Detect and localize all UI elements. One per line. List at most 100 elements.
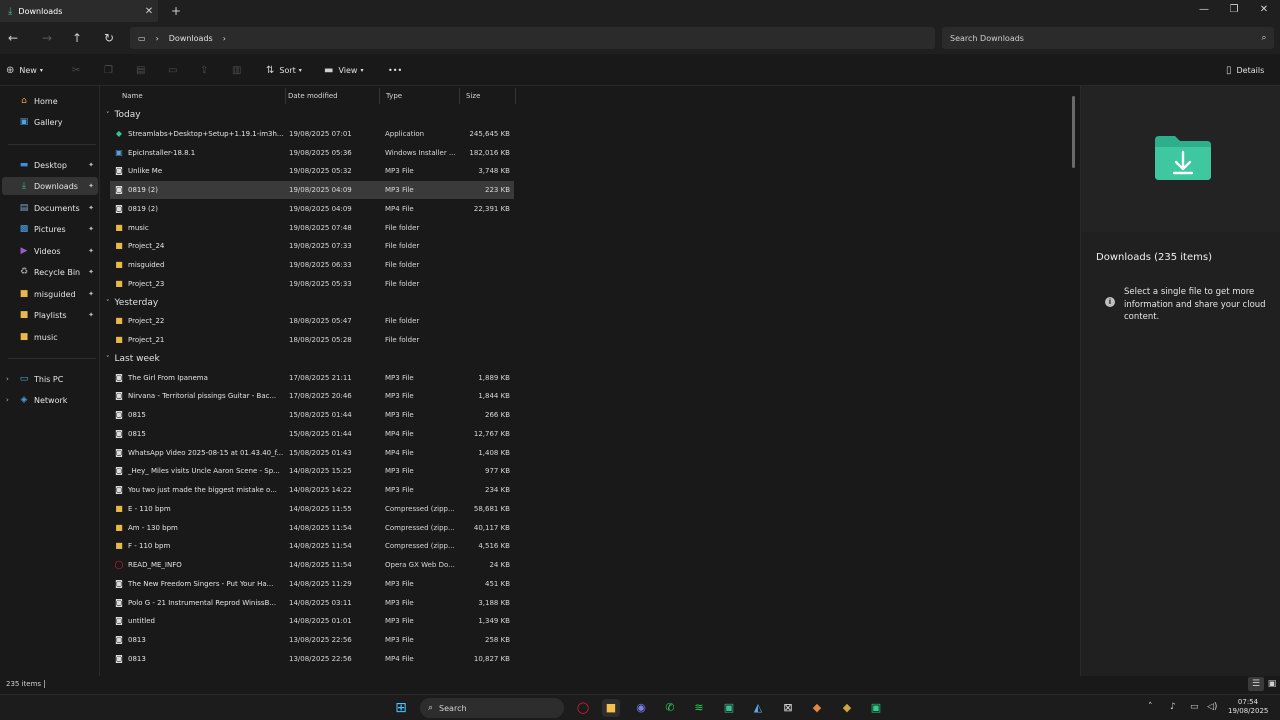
app-icon[interactable]: ▣ <box>720 699 738 717</box>
file-row[interactable]: ◙ 0815 15/08/2025 01:44 MP4 File 12,767 KB <box>110 425 514 443</box>
file-row[interactable]: ■ E - 110 bpm 14/08/2025 11:55 Compressed (… <box>110 500 514 518</box>
file-row[interactable]: ◙ 0819 (2) 19/08/2025 04:09 MP4 File 22,391 … <box>110 200 514 218</box>
forward-button[interactable]: → <box>38 30 56 46</box>
file-row[interactable]: ■ music 19/08/2025 07:48 File folder <box>110 219 514 237</box>
app-icon[interactable]: ◆ <box>808 699 826 717</box>
sidebar-item-this-pc[interactable]: › ▭ This PC <box>2 370 98 388</box>
microphone-icon[interactable]: ♪ <box>1170 702 1176 712</box>
tab-downloads[interactable]: ⤓ Downloads ✕ <box>0 0 158 22</box>
pin-icon[interactable]: ✦ <box>88 161 94 169</box>
chevron-down-icon[interactable]: ˅ <box>106 299 110 307</box>
file-row[interactable]: ◙ 0813 13/08/2025 22:56 MP4 File 10,827 KB <box>110 650 514 668</box>
file-row[interactable]: ■ Project_21 18/08/2025 05:28 File folder <box>110 331 514 349</box>
chevron-right-icon[interactable]: › <box>6 375 9 383</box>
discord-icon[interactable]: ◉ <box>632 699 650 717</box>
file-row[interactable]: ◙ _Hey_ Miles visits Uncle Aaron Scene - … <box>110 462 514 480</box>
pin-icon[interactable]: ✦ <box>88 247 94 255</box>
scrollbar-thumb[interactable] <box>1072 96 1075 168</box>
column-header-type[interactable]: Type <box>380 88 460 104</box>
sidebar-item-music[interactable]: ■ music <box>2 328 98 346</box>
back-button[interactable]: ← <box>4 30 22 46</box>
app-icon[interactable]: ⊠ <box>779 699 797 717</box>
app-icon[interactable]: ▣ <box>867 699 885 717</box>
file-row[interactable]: ◙ untitled 14/08/2025 01:01 MP3 File 1,349 K… <box>110 612 514 630</box>
spotify-icon[interactable]: ≋ <box>690 699 708 717</box>
file-row[interactable]: ■ F - 110 bpm 14/08/2025 11:54 Compressed (… <box>110 537 514 555</box>
whatsapp-icon[interactable]: ✆ <box>661 699 679 717</box>
file-row[interactable]: ▣ EpicInstaller-18.8.1 19/08/2025 05:36 Win… <box>110 144 514 162</box>
new-tab-button[interactable]: + <box>168 3 184 19</box>
group-header[interactable]: ˅ Yesterday <box>106 295 158 311</box>
chevron-right-icon[interactable]: › <box>6 396 9 404</box>
file-row[interactable]: ◙ The New Freedom Singers - Put Your Ha..… <box>110 575 514 593</box>
sidebar-item-misguided[interactable]: ■ misguided ✦ <box>2 285 98 303</box>
file-row[interactable]: ■ misguided 19/08/2025 06:33 File folder <box>110 256 514 274</box>
clock[interactable]: 07:54 19/08/2025 <box>1228 698 1268 716</box>
address-bar[interactable]: ▭ › Downloads › <box>130 27 935 49</box>
file-row[interactable]: ◙ 0813 13/08/2025 22:56 MP3 File 258 KB <box>110 631 514 649</box>
chevron-down-icon[interactable]: ˅ <box>106 355 110 363</box>
chevron-right-icon[interactable]: › <box>223 34 226 43</box>
pin-icon[interactable]: ✦ <box>88 290 94 298</box>
file-row[interactable]: ■ Project_22 18/08/2025 05:47 File folder <box>110 312 514 330</box>
file-row[interactable]: ◯ READ_ME_INFO 14/08/2025 11:54 Opera GX We… <box>110 556 514 574</box>
copy-button[interactable]: ❐ <box>104 63 118 77</box>
pin-icon[interactable]: ✦ <box>88 204 94 212</box>
cut-button[interactable]: ✂ <box>72 63 85 77</box>
file-row[interactable]: ◙ Nirvana - Territorial pissings Guitar -… <box>110 387 514 405</box>
file-row[interactable]: ◙ The Girl From Ipanema 17/08/2025 21:11 MP… <box>110 369 514 387</box>
pin-icon[interactable]: ✦ <box>88 225 94 233</box>
sidebar-item-playlists[interactable]: ■ Playlists ✦ <box>2 306 98 324</box>
refresh-button[interactable]: ↻ <box>100 30 118 46</box>
sort-button[interactable]: ⇅ Sort ▾ <box>266 63 302 77</box>
sidebar-item-documents[interactable]: ▤ Documents ✦ <box>2 199 98 217</box>
tiles-view-toggle[interactable]: ▣ <box>1264 677 1280 691</box>
sidebar-item-home[interactable]: ⌂ Home <box>2 92 98 110</box>
sidebar-item-network[interactable]: › ◈ Network <box>2 391 98 409</box>
more-options-button[interactable]: ••• <box>388 63 402 77</box>
close-tab-icon[interactable]: ✕ <box>140 6 158 17</box>
pin-icon[interactable]: ✦ <box>88 268 94 276</box>
breadcrumb-downloads[interactable]: Downloads <box>169 34 213 43</box>
pin-icon[interactable]: ✦ <box>88 182 94 190</box>
search-icon[interactable]: ⌕ <box>1254 33 1274 43</box>
group-header[interactable]: ˅ Today <box>106 107 141 123</box>
column-header-name[interactable]: Name <box>116 88 286 104</box>
details-view-toggle[interactable]: ☰ <box>1248 677 1264 691</box>
share-button[interactable]: ⇪ <box>200 63 213 77</box>
sidebar-item-gallery[interactable]: ▣ Gallery <box>2 113 98 131</box>
search-input[interactable] <box>950 33 1254 43</box>
file-row[interactable]: ◙ Polo G - 21 Instrumental Reprod WinissB… <box>110 594 514 612</box>
volume-icon[interactable]: ◁) <box>1207 702 1217 712</box>
start-icon[interactable]: ⊞ <box>392 699 410 717</box>
network-tray-icon[interactable]: ▭ <box>1190 702 1199 712</box>
file-row[interactable]: ◆ Streamlabs+Desktop+Setup+1.19.1-im3h...… <box>110 125 514 143</box>
rename-button[interactable]: ▭ <box>168 63 182 77</box>
file-row[interactable]: ◙ 0819 (2) 19/08/2025 04:09 MP3 File 223 KB <box>110 181 514 199</box>
column-header-date[interactable]: Date modified <box>282 88 380 104</box>
file-row[interactable]: ◙ 0815 15/08/2025 01:44 MP3 File 266 KB <box>110 406 514 424</box>
file-row[interactable]: ■ Am - 130 bpm 14/08/2025 11:54 Compressed … <box>110 519 514 537</box>
file-explorer-icon[interactable]: ■ <box>602 699 620 717</box>
search-box[interactable]: ⌕ <box>942 27 1274 49</box>
chevron-down-icon[interactable]: ˅ <box>106 111 110 119</box>
file-row[interactable]: ■ Project_24 19/08/2025 07:33 File folder <box>110 237 514 255</box>
opera-gx-icon[interactable]: ◯ <box>574 699 592 717</box>
sidebar-item-pictures[interactable]: ▩ Pictures ✦ <box>2 220 98 238</box>
sidebar-item-recycle-bin[interactable]: ♻ Recycle Bin ✦ <box>2 263 98 281</box>
paste-button[interactable]: ▤ <box>136 63 150 77</box>
app-icon[interactable]: ◆ <box>838 699 856 717</box>
pin-icon[interactable]: ✦ <box>88 311 94 319</box>
chevron-up-icon[interactable]: ˄ <box>1148 702 1153 712</box>
new-button[interactable]: ⊕ New ▾ <box>6 63 43 77</box>
maximize-button[interactable]: ❐ <box>1220 2 1248 18</box>
up-button[interactable]: ↑ <box>68 30 86 46</box>
app-icon[interactable]: ◭ <box>749 699 767 717</box>
column-header-size[interactable]: Size <box>460 88 516 104</box>
details-button[interactable]: ▯ Details <box>1226 63 1264 77</box>
delete-button[interactable]: ▥ <box>232 63 246 77</box>
taskbar-search[interactable]: ⌕ Search <box>420 698 564 718</box>
view-button[interactable]: ▬ View ▾ <box>324 63 363 77</box>
file-row[interactable]: ◙ WhatsApp Video 2025-08-15 at 01.43.40_f… <box>110 444 514 462</box>
group-header[interactable]: ˅ Last week <box>106 351 160 367</box>
